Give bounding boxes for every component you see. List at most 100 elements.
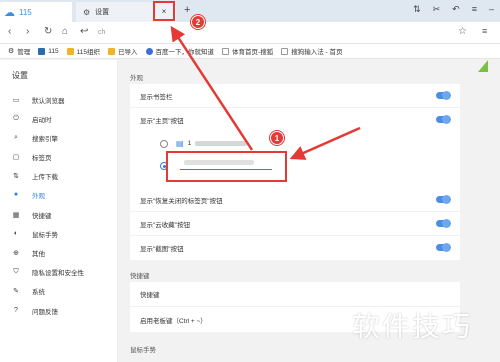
history-icon[interactable]: ↩ — [80, 26, 88, 37]
reopen-tab-toggle[interactable] — [436, 195, 451, 204]
bookmark-sogou[interactable]: 搜狗输入法 - 首页 — [281, 46, 342, 56]
menu-icon[interactable]: ≡ — [472, 4, 477, 15]
bookmark-label: 搜狗输入法 - 首页 — [291, 49, 343, 56]
plus-icon: ⊕ — [13, 249, 19, 257]
gear-icon: ⚙ — [83, 7, 91, 17]
sidebar-item-tabs[interactable]: ▢ 标签页 — [12, 149, 112, 164]
cloud-favorites-toggle[interactable] — [436, 219, 451, 228]
bookmark-115-org[interactable]: 115组织 — [66, 46, 101, 56]
tab-close-button[interactable]: × — [153, 1, 175, 21]
bookmark-label: 已导入 — [118, 49, 138, 56]
page-icon — [222, 47, 230, 55]
folder-icon — [108, 47, 116, 55]
bookmark-label: 115组织 — [76, 49, 101, 56]
corner-flag-icon — [478, 60, 488, 72]
search-icon: ⌕ — [14, 133, 18, 141]
bookmark-label: 管理 — [17, 49, 31, 56]
forward-icon[interactable]: › — [26, 26, 29, 37]
star-icon[interactable]: ☆ — [458, 26, 467, 37]
setting-label: 显示"恢复关闭的标签页"按钮 — [140, 197, 223, 205]
sidebar-item-shortcuts[interactable]: ▦ 快捷键 — [12, 207, 112, 222]
palette-icon: ● — [13, 191, 19, 198]
sidebar-item-label: 系统 — [32, 288, 45, 296]
bookmark-sohu-sports[interactable]: 体育首页-搜狐 — [222, 46, 273, 56]
sidebar-item-mouse-gesture[interactable]: ◐ 鼠标手势 — [12, 226, 112, 241]
transfer-icon: ⇅ — [13, 172, 19, 180]
sidebar-item-label: 问题反馈 — [32, 308, 58, 316]
sidebar-item-label: 默认浏览器 — [32, 97, 65, 105]
setting-label: 显示"主页"按钮 — [140, 118, 184, 125]
baidu-icon — [145, 47, 153, 55]
sidebar-item-label: 鼠标手势 — [32, 231, 58, 239]
bookmark-115[interactable]: 115 — [38, 47, 59, 55]
setting-label: 显示"截图"按钮 — [140, 246, 184, 253]
step-badge-2: 2 — [191, 15, 205, 29]
question-icon: ? — [14, 307, 18, 314]
bookmarks-bar-toggle[interactable] — [436, 91, 451, 100]
back-icon[interactable]: ‹ — [8, 26, 11, 37]
tab-settings-label: 设置 — [95, 9, 110, 16]
setting-label: 启用老板键（Ctrl + ~） — [140, 317, 207, 325]
sidebar-item-default-browser[interactable]: ▭ 默认浏览器 — [12, 92, 112, 107]
minimize-icon[interactable]: – — [489, 4, 494, 15]
close-icon: × — [161, 6, 167, 16]
setting-row-shortcut[interactable]: 快捷键 — [130, 282, 460, 307]
bookmark-manage[interactable]: ⚙ 管理 — [8, 46, 30, 56]
refresh-icon[interactable]: ↻ — [44, 26, 52, 37]
bookmark-baidu[interactable]: 百度一下，你就知道 — [145, 46, 215, 56]
blurred-text — [195, 141, 248, 146]
url-text: ch — [98, 29, 106, 36]
sidebar-item-appearance[interactable]: ● 外观 — [12, 187, 112, 202]
sidebar-item-search-engine[interactable]: ⌕ 搜索引擎 — [12, 130, 112, 145]
tab-strip: ☁ 115 ⚙ 设置 × + ⇅ ✂ ↶ ≡ – — [0, 0, 500, 22]
s-logo-icon — [38, 47, 46, 55]
sort-icon[interactable]: ⇅ — [413, 4, 421, 15]
settings-sidebar: 设置 ▭ 默认浏览器 ⏻ 启动时 ⌕ 搜索引擎 ▢ 标签页 ⇅ 上传下载 ● 外… — [0, 60, 118, 362]
home-option-new-tab[interactable]: ▤ 1 — [160, 139, 248, 148]
shield-icon: ⛉ — [13, 267, 19, 275]
tab-icon: ▢ — [12, 153, 20, 161]
sidebar-item-transfer[interactable]: ⇅ 上传下载 — [12, 168, 112, 183]
radio-new-tab[interactable] — [160, 139, 168, 148]
scissors-icon[interactable]: ✂ — [433, 4, 441, 15]
tab-115[interactable]: ☁ 115 — [0, 2, 72, 22]
setting-row-cloud-favorites: 显示"云收藏"按钮 — [130, 212, 460, 236]
cloud-icon: ☁ — [4, 6, 15, 19]
sidebar-item-system[interactable]: ✎ 系统 — [12, 283, 112, 298]
folder-icon — [66, 47, 74, 55]
new-tab-button[interactable]: + — [184, 4, 190, 16]
toolbar-menu-icon[interactable]: ≡ — [482, 26, 487, 36]
section-title-appearance: 外观 — [130, 75, 143, 82]
setting-row-bookmarks-bar: 显示书签栏 — [130, 84, 460, 108]
undo-icon[interactable]: ↶ — [452, 4, 460, 15]
mouse-icon: ◐ — [13, 230, 19, 237]
browser-icon: ▭ — [12, 96, 20, 104]
sidebar-item-privacy[interactable]: ⛉ 隐私设置和安全性 — [12, 264, 112, 279]
page-icon: ▤ — [176, 139, 184, 148]
sidebar-item-label: 外观 — [32, 192, 45, 200]
window-controls: ⇅ ✂ ↶ ≡ – — [413, 4, 494, 15]
sidebar-item-startup[interactable]: ⏻ 启动时 — [12, 111, 112, 126]
setting-label: 显示"云收藏"按钮 — [140, 221, 191, 229]
tab-115-label: 115 — [19, 7, 32, 17]
home-button-toggle[interactable] — [436, 115, 451, 124]
watermark-text: 软件技巧 — [352, 310, 473, 343]
sidebar-item-label: 上传下载 — [32, 173, 58, 181]
sidebar-item-label: 标签页 — [32, 154, 52, 162]
home-icon[interactable]: ⌂ — [62, 26, 68, 37]
power-icon: ⏻ — [13, 114, 19, 122]
section-title-mouse-gesture: 鼠标手势 — [130, 347, 156, 354]
home-option-label: 1 — [187, 140, 192, 147]
screenshot-toggle[interactable] — [436, 243, 451, 252]
bookmark-label: 百度一下，你就知道 — [155, 49, 215, 56]
sidebar-item-feedback[interactable]: ? 问题反馈 — [12, 303, 112, 318]
bookmark-imported[interactable]: 已导入 — [108, 46, 138, 56]
bookmarks-bar: ⚙ 管理 115 115组织 已导入 百度一下，你就知道 体育首页-搜狐 搜狗输… — [0, 44, 500, 59]
section-title-shortcuts: 快捷键 — [130, 273, 150, 280]
sidebar-item-label: 其他 — [32, 250, 45, 258]
sidebar-title: 设置 — [12, 71, 28, 80]
sidebar-item-label: 启动时 — [32, 116, 52, 124]
sidebar-item-other[interactable]: ⊕ 其他 — [12, 245, 112, 260]
page-icon — [281, 47, 289, 55]
address-bar[interactable]: ch — [98, 25, 454, 40]
